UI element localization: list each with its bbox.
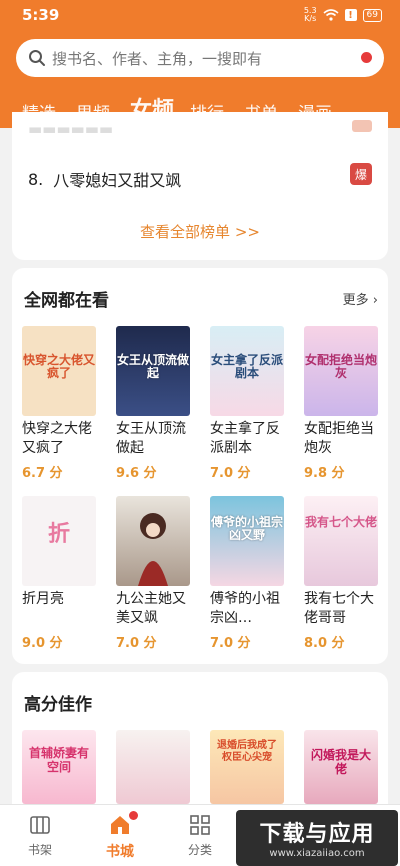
cover-title: 女王从顶流做起 <box>116 353 189 380</box>
book-title: 九公主她又美又飒 <box>116 591 186 626</box>
more-link[interactable]: 更多 › <box>343 289 378 308</box>
more-label: 更多 <box>342 293 369 308</box>
book-cover: 折 <box>22 496 96 586</box>
book-card[interactable]: 快穿之大佬又疯了 快穿之大佬又疯了 6.7 分 <box>22 326 98 481</box>
cover-title: 退婚后我成了权臣心尖宠 <box>217 740 277 763</box>
book-cover: 女王从顶流做起 <box>116 326 190 416</box>
ranking-card: ▬▬▬▬▬▬ 8. 八零媳妇又甜又飒 爆 查看全部榜单 >> <box>12 112 388 260</box>
status-time: 5:39 <box>22 6 60 24</box>
trending-section: 全网都在看 更多 › 快穿之大佬又疯了 快穿之大佬又疯了 6.7 分 女王从顶流… <box>12 268 388 664</box>
nav-label: 分类 <box>187 843 212 857</box>
book-card[interactable]: 女配拒绝当炮灰 女配拒绝当炮灰 9.8 分 <box>304 326 380 481</box>
book-card[interactable]: 女王从顶流做起 女王从顶流做起 9.6 分 <box>116 326 192 481</box>
nav-bookshelf[interactable]: 书架 <box>10 813 70 858</box>
bookshelf-icon <box>28 813 52 837</box>
book-card[interactable]: 傅爷的小祖宗凶又野 傅爷的小祖宗凶… 7.0 分 <box>210 496 286 651</box>
search-placeholder: 搜书名、作者、主角，一搜即有 <box>52 49 263 68</box>
partial-row: ▬▬▬▬▬▬ <box>28 120 114 138</box>
book-cover: 女配拒绝当炮灰 <box>304 326 378 416</box>
book-score: 9.6 分 <box>116 466 157 481</box>
view-all-rankings-link[interactable]: 查看全部榜单 >> <box>12 221 388 242</box>
book-card[interactable]: 我有七个大佬 我有七个大佬哥哥 8.0 分 <box>304 496 380 651</box>
book-cover[interactable]: 闪婚我是大佬 <box>304 730 378 804</box>
book-title: 快穿之大佬又疯了 <box>22 421 92 456</box>
header: 5:39 5.3 K/s ! 69 搜书名、作者、主角，一搜即有 精选 男频 女… <box>0 0 400 128</box>
nav-label: 书架 <box>27 843 52 857</box>
book-score: 9.0 分 <box>22 636 63 651</box>
book-cover[interactable] <box>116 730 190 804</box>
status-icons: 5.3 K/s ! 69 <box>304 7 382 23</box>
search-input[interactable]: 搜书名、作者、主角，一搜即有 <box>16 39 384 77</box>
cover-title: 首辅娇妻有空间 <box>28 746 89 774</box>
site-watermark: 下载与应用 www.xiazaiiao.com <box>236 810 398 866</box>
cover-title: 折 <box>47 522 70 547</box>
rank-number: 8. <box>28 169 44 189</box>
network-speed: 5.3 K/s <box>304 7 317 23</box>
book-score: 6.7 分 <box>22 466 63 481</box>
book-cover: 傅爷的小祖宗凶又野 <box>210 496 284 586</box>
book-score: 9.8 分 <box>304 466 345 481</box>
cover-title: 快穿之大佬又疯了 <box>22 353 95 380</box>
cover-title: 傅爷的小祖宗凶又野 <box>210 515 283 542</box>
book-score: 7.0 分 <box>210 466 251 481</box>
book-card[interactable]: 九公主她又美又飒 7.0 分 <box>116 496 192 651</box>
book-title: 女王从顶流做起 <box>116 421 186 456</box>
status-bar: 5:39 5.3 K/s ! 69 <box>0 0 400 30</box>
search-icon <box>29 50 45 66</box>
alert-icon: ! <box>344 9 357 21</box>
notification-dot <box>129 811 138 820</box>
book-title: 我有七个大佬哥哥 <box>304 591 374 626</box>
book-score: 7.0 分 <box>210 636 251 651</box>
nav-categories[interactable]: 分类 <box>170 813 230 858</box>
book-card[interactable]: 女主拿了反派剧本 女主拿了反派剧本 7.0 分 <box>210 326 286 481</box>
grid-icon <box>188 813 212 837</box>
book-score: 7.0 分 <box>116 636 157 651</box>
ranking-item[interactable]: 8. 八零媳妇又甜又飒 爆 <box>28 163 372 191</box>
book-cover[interactable]: 首辅娇妻有空间 <box>22 730 96 804</box>
section-title: 高分佳作 <box>24 695 92 715</box>
cover-title: 闪婚我是大佬 <box>310 748 371 776</box>
cover-title: 女主拿了反派剧本 <box>210 353 283 380</box>
cover-title: 女配拒绝当炮灰 <box>304 353 377 380</box>
book-cover: 女主拿了反派剧本 <box>210 326 284 416</box>
book-title: 女主拿了反派剧本 <box>210 421 280 456</box>
book-cover: 我有七个大佬 <box>304 496 378 586</box>
watermark-url: www.xiazaiiao.com <box>269 848 365 859</box>
home-icon <box>108 811 138 837</box>
cover-title: 我有七个大佬 <box>304 515 377 529</box>
wifi-icon <box>323 9 339 21</box>
notification-dot <box>361 52 372 63</box>
book-card[interactable]: 折 折月亮 9.0 分 <box>22 496 98 651</box>
partial-badge <box>352 120 372 132</box>
section-title: 全网都在看 <box>24 291 109 311</box>
watermark-title: 下载与应用 <box>259 822 375 847</box>
book-title: 折月亮 <box>22 591 64 607</box>
speed-unit: K/s <box>304 14 317 23</box>
hot-badge: 爆 <box>350 163 372 185</box>
book-cover[interactable]: 退婚后我成了权臣心尖宠 <box>210 730 284 804</box>
rank-title: 八零媳妇又甜又飒 <box>53 171 182 190</box>
book-cover: 快穿之大佬又疯了 <box>22 326 96 416</box>
book-title: 傅爷的小祖宗凶… <box>210 591 280 626</box>
nav-label: 书城 <box>106 844 134 860</box>
book-title: 女配拒绝当炮灰 <box>304 421 374 456</box>
nav-bookstore[interactable]: 书城 <box>90 811 150 861</box>
battery-icon: 69 <box>362 8 382 22</box>
cover-art <box>138 513 168 586</box>
book-score: 8.0 分 <box>304 636 345 651</box>
book-cover <box>116 496 190 586</box>
